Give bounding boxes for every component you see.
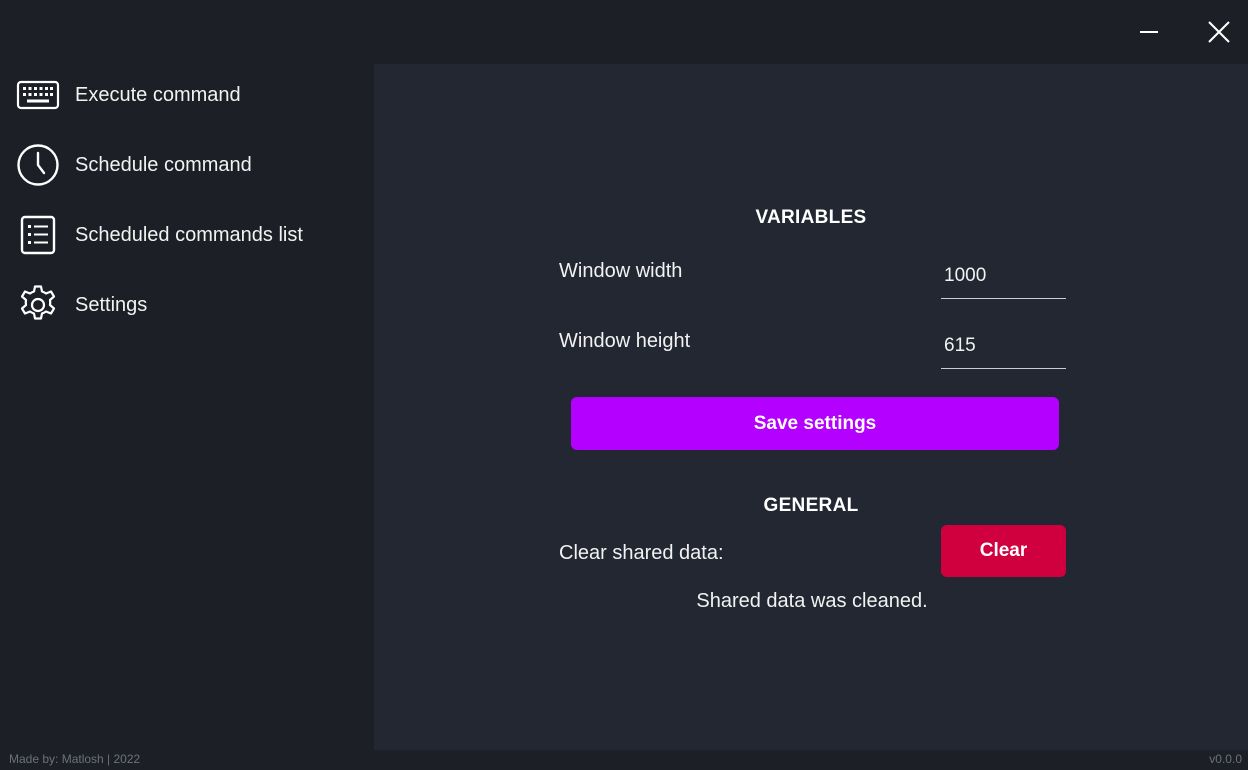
- sidebar-item-settings[interactable]: Settings: [0, 275, 374, 335]
- sidebar-item-label: Execute command: [75, 83, 241, 106]
- window-height-label: Window height: [559, 330, 691, 352]
- minimize-button[interactable]: [1131, 14, 1167, 50]
- sidebar-item-schedule-command[interactable]: Schedule command: [0, 135, 374, 195]
- window-width-label: Window width: [559, 260, 683, 282]
- clock-icon: [16, 143, 60, 187]
- sidebar-item-label: Settings: [75, 293, 148, 316]
- window-width-input[interactable]: [941, 253, 1066, 299]
- window-height-input[interactable]: [941, 323, 1066, 369]
- app-window: Execute command Schedule command Schedul…: [0, 0, 1248, 770]
- clear-button[interactable]: Clear: [941, 525, 1066, 577]
- version-label: v0.0.0: [1209, 752, 1242, 766]
- close-button[interactable]: [1201, 14, 1237, 50]
- variables-title: VARIABLES: [755, 207, 867, 228]
- clear-shared-data-label: Clear shared data:: [559, 542, 724, 564]
- settings-panel: VARIABLES Window width Window height Sav…: [374, 64, 1248, 750]
- status-message: Shared data was cleaned.: [696, 590, 928, 612]
- save-settings-button[interactable]: Save settings: [571, 397, 1059, 450]
- keyboard-icon: [16, 73, 60, 117]
- sidebar-item-label: Scheduled commands list: [75, 223, 303, 246]
- close-icon: [1208, 21, 1230, 43]
- sidebar-item-execute-command[interactable]: Execute command: [0, 65, 374, 125]
- general-title: GENERAL: [763, 495, 859, 516]
- footer-credit: Made by: Matlosh | 2022: [9, 752, 141, 766]
- minimize-icon: [1140, 31, 1158, 33]
- sidebar-item-scheduled-commands-list[interactable]: Scheduled commands list: [0, 205, 374, 265]
- list-icon: [16, 213, 60, 257]
- gear-icon: [16, 283, 60, 327]
- sidebar-item-label: Schedule command: [75, 153, 252, 176]
- sidebar: Execute command Schedule command Schedul…: [0, 64, 374, 750]
